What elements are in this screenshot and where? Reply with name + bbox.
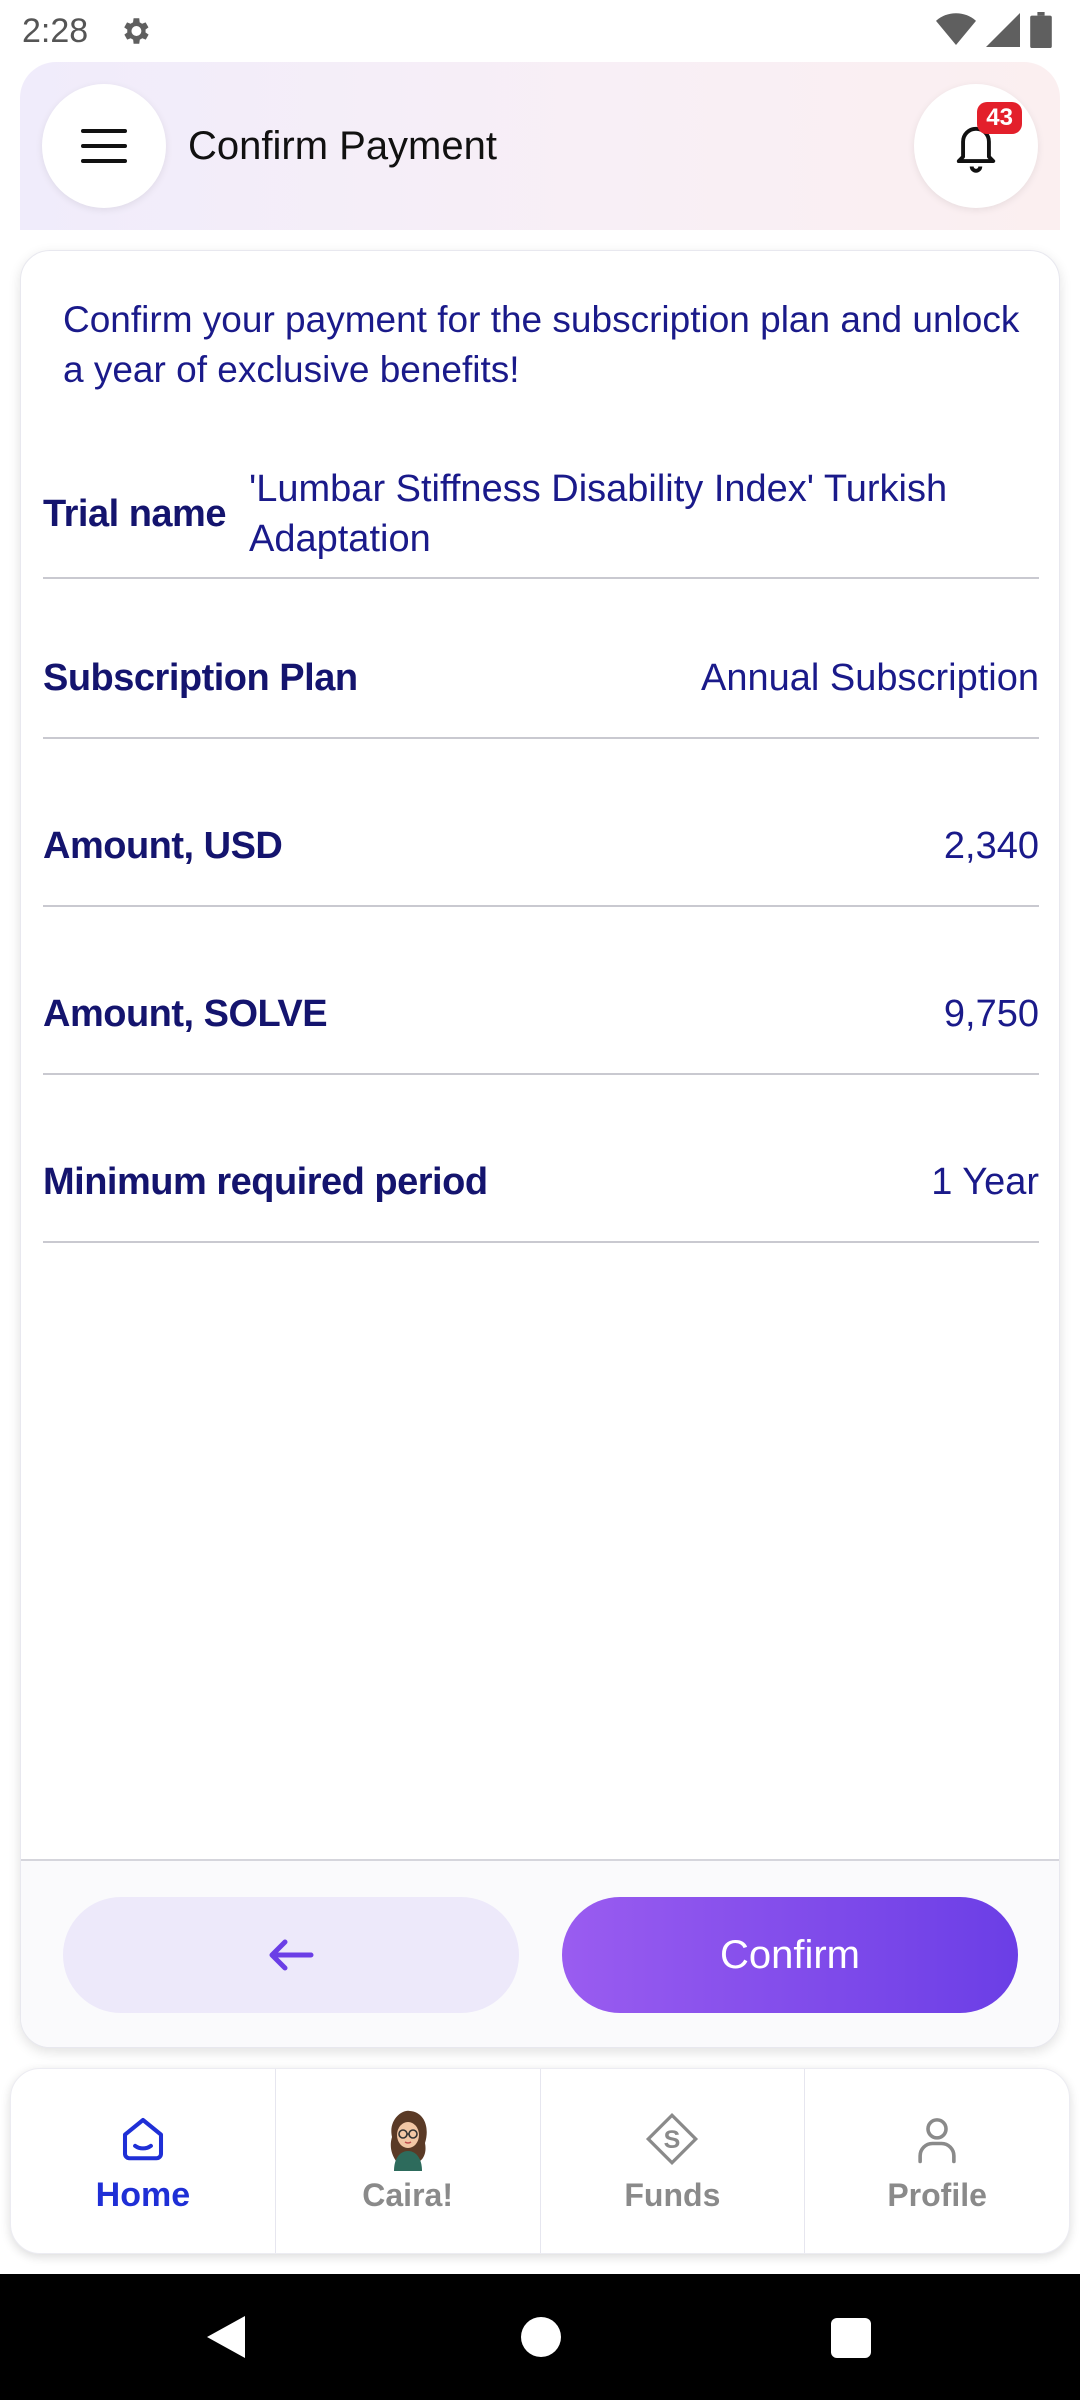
confirm-button[interactable]: Confirm bbox=[562, 1897, 1018, 2013]
nav-item-funds[interactable]: S Funds bbox=[541, 2069, 806, 2253]
row-value: 'Lumbar Stiffness Disability Index' Turk… bbox=[249, 468, 948, 560]
settings-gear-icon bbox=[124, 18, 149, 44]
cell-signal-icon bbox=[986, 13, 1020, 47]
profile-icon bbox=[907, 2109, 967, 2169]
nav-label: Profile bbox=[887, 2176, 987, 2213]
status-icons bbox=[936, 12, 1052, 48]
nav-label: Caira! bbox=[362, 2176, 453, 2213]
row-value: 9,750 bbox=[943, 992, 1039, 1035]
amount-solve-row: Amount, SOLVE 9,750 bbox=[43, 955, 1039, 1075]
notifications-button[interactable]: 43 bbox=[914, 84, 1038, 208]
system-nav-bar bbox=[0, 2274, 1080, 2400]
menu-button[interactable] bbox=[42, 84, 166, 208]
notification-badge: 43 bbox=[977, 102, 1022, 134]
status-time: 2:28 bbox=[22, 11, 89, 50]
row-label: Trial name bbox=[43, 492, 226, 535]
funds-icon: S bbox=[642, 2109, 702, 2169]
nav-item-profile[interactable]: Profile bbox=[805, 2069, 1069, 2253]
battery-icon bbox=[1030, 12, 1052, 48]
row-label: Subscription Plan bbox=[43, 656, 358, 699]
arrow-left-icon bbox=[269, 1939, 314, 1971]
subscription-plan-row: Subscription Plan Annual Subscription bbox=[43, 619, 1039, 739]
nav-label: Funds bbox=[624, 2176, 721, 2213]
row-value: Annual Subscription bbox=[701, 656, 1039, 699]
bottom-nav: Home Caira! S Funds Profile bbox=[10, 2068, 1070, 2254]
minimum-period-row: Minimum required period 1 Year bbox=[43, 1123, 1039, 1243]
wifi-icon bbox=[936, 13, 976, 46]
system-back-icon[interactable] bbox=[205, 2314, 247, 2360]
system-home-icon[interactable] bbox=[521, 2317, 561, 2357]
trial-name-row: Trial name 'Lumbar Stiffness Disability … bbox=[43, 451, 1039, 579]
back-button[interactable] bbox=[63, 1897, 519, 2013]
card-footer: Confirm bbox=[21, 1861, 1059, 2047]
row-label: Minimum required period bbox=[43, 1160, 488, 1203]
row-label: Amount, SOLVE bbox=[43, 992, 328, 1035]
page-title: Confirm Payment bbox=[188, 124, 497, 168]
row-value: 1 Year bbox=[931, 1160, 1039, 1203]
svg-text:S: S bbox=[664, 2126, 681, 2154]
amount-usd-row: Amount, USD 2,340 bbox=[43, 787, 1039, 907]
home-icon bbox=[113, 2108, 173, 2168]
app-header: Confirm Payment 43 bbox=[20, 62, 1060, 230]
row-value: 2,340 bbox=[943, 824, 1039, 867]
status-bar: 2:28 bbox=[0, 0, 1080, 62]
caira-avatar-icon bbox=[378, 2109, 438, 2171]
nav-label: Home bbox=[95, 2175, 191, 2214]
nav-item-caira[interactable]: Caira! bbox=[276, 2069, 541, 2253]
hamburger-icon bbox=[81, 129, 127, 163]
system-recents-icon[interactable] bbox=[831, 2318, 871, 2358]
row-label: Amount, USD bbox=[43, 824, 283, 867]
nav-item-home[interactable]: Home bbox=[11, 2069, 276, 2253]
intro-text: Confirm your payment for the subscriptio… bbox=[63, 299, 1020, 390]
payment-card: Confirm your payment for the subscriptio… bbox=[20, 250, 1060, 2048]
